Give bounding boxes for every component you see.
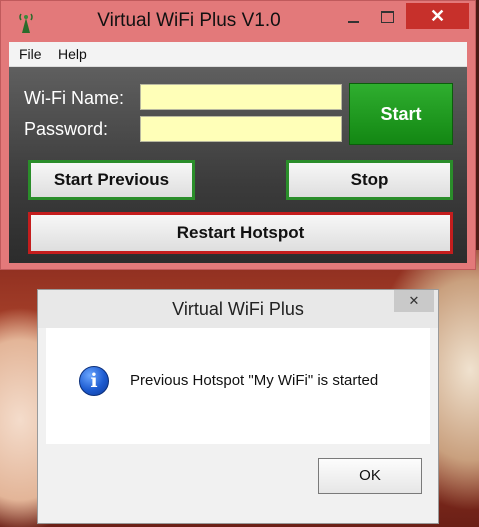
stop-button[interactable]: Stop: [286, 160, 453, 200]
menu-help[interactable]: Help: [58, 46, 87, 62]
password-input[interactable]: [140, 116, 342, 142]
window-title: Virtual WiFi Plus V1.0: [97, 10, 281, 31]
main-window: Virtual WiFi Plus V1.0 ✕ File Help Wi-Fi…: [0, 0, 476, 270]
dialog-title: Virtual WiFi Plus: [172, 299, 304, 319]
wifi-name-label: Wi-Fi Name:: [24, 88, 124, 108]
start-previous-button[interactable]: Start Previous: [28, 160, 195, 200]
minimize-button[interactable]: [339, 7, 367, 29]
title-bar[interactable]: Virtual WiFi Plus V1.0 ✕: [1, 1, 475, 41]
menu-file[interactable]: File: [19, 46, 42, 62]
close-button[interactable]: ✕: [406, 3, 469, 29]
main-panel: Wi-Fi Name: Password: Start Start Previo…: [9, 67, 467, 263]
info-icon: i: [79, 366, 109, 396]
dialog-title-bar[interactable]: Virtual WiFi Plus ✕: [38, 290, 438, 328]
message-dialog: Virtual WiFi Plus ✕ i Previous Hotspot "…: [37, 289, 439, 524]
dialog-message: Previous Hotspot "My WiFi" is started: [130, 372, 379, 389]
start-button[interactable]: Start: [349, 83, 453, 145]
dialog-close-button[interactable]: ✕: [394, 290, 434, 312]
maximize-button[interactable]: [374, 7, 402, 29]
wifi-name-input[interactable]: [140, 84, 342, 110]
password-label: Password:: [24, 119, 109, 139]
dialog-body: i Previous Hotspot "My WiFi" is started: [46, 328, 430, 444]
menu-bar: File Help: [9, 42, 467, 67]
ok-button[interactable]: OK: [318, 458, 422, 494]
restart-hotspot-button[interactable]: Restart Hotspot: [28, 212, 453, 254]
